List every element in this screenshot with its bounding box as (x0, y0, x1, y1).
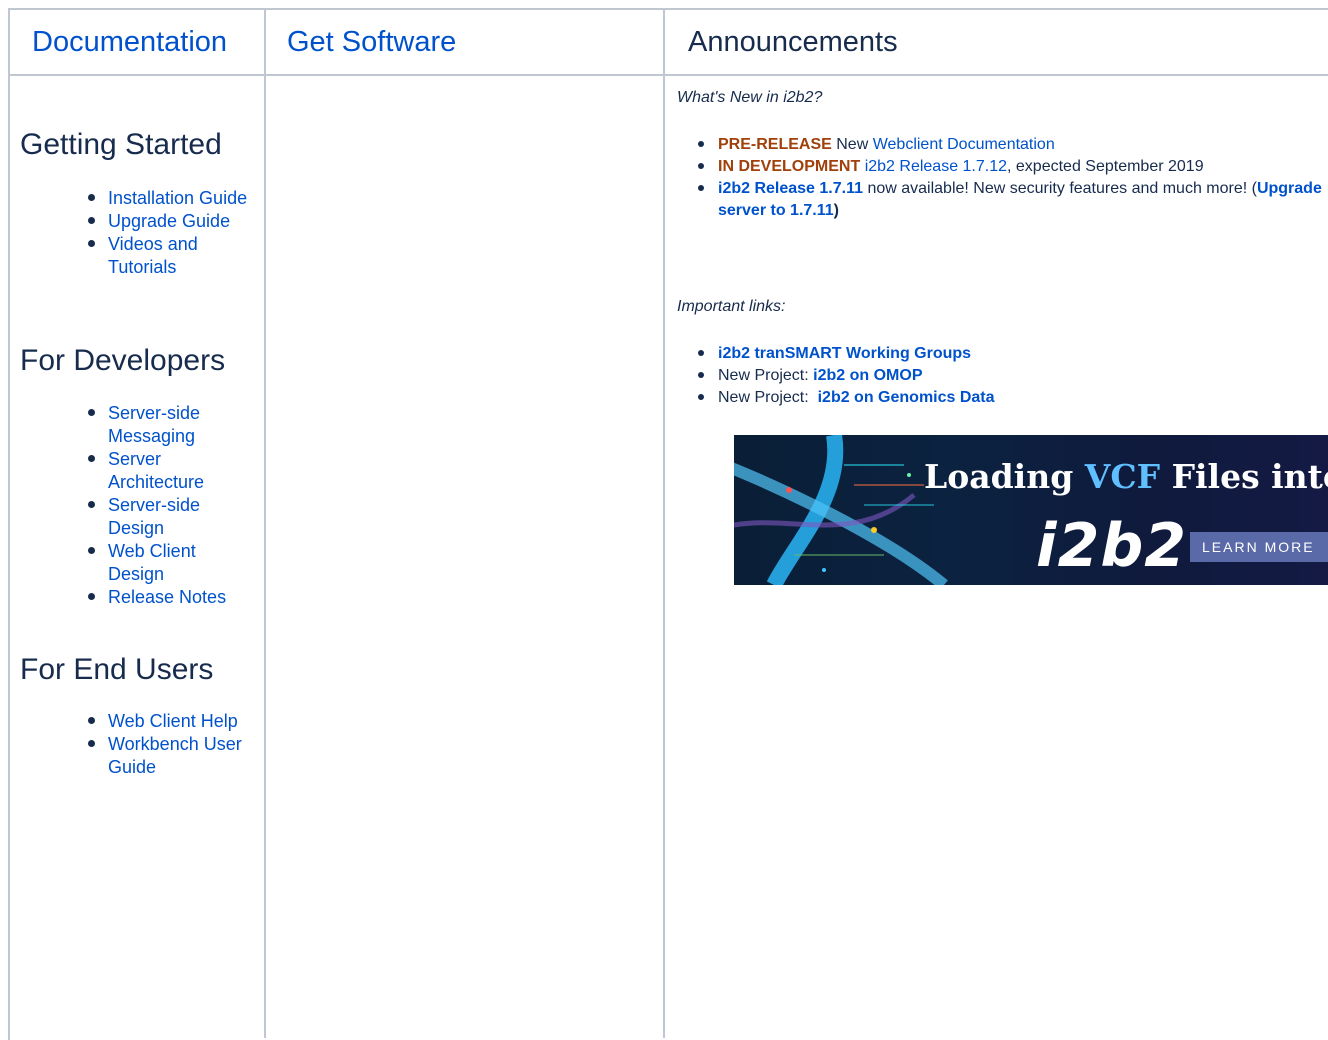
server-side-messaging-link[interactable]: Server-side Messaging (108, 403, 200, 446)
news-item: PRE-RELEASE New Webclient Documentation (698, 134, 1328, 156)
pre-release-tag: PRE-RELEASE (718, 136, 832, 153)
webclient-documentation-link[interactable]: Webclient Documentation (873, 136, 1055, 153)
news-item: i2b2 Release 1.7.11 now available! New s… (698, 178, 1323, 222)
server-side-design-link[interactable]: Server-side Design (108, 495, 200, 538)
important-item: New Project: i2b2 on OMOP (698, 365, 1328, 387)
important-links-label: Important links: (677, 298, 786, 315)
in-development-tag: IN DEVELOPMENT (718, 158, 861, 175)
getting-started-heading: Getting Started (20, 128, 222, 161)
list-item: Videos and Tutorials (88, 233, 248, 279)
upgrade-guide-link[interactable]: Upgrade Guide (108, 211, 230, 231)
news-text: ) (833, 202, 839, 219)
important-item: New Project: i2b2 on Genomics Data (698, 387, 1328, 409)
for-developers-heading: For Developers (20, 344, 226, 377)
important-item: i2b2 tranSMART Working Groups (698, 343, 1328, 365)
documentation-link[interactable]: Documentation (32, 26, 227, 59)
header-divider (8, 74, 1328, 76)
news-list: PRE-RELEASE New Webclient Documentation … (698, 134, 1328, 222)
list-item: Web Client Design (88, 540, 248, 586)
news-text: now available! New security features and… (863, 180, 1257, 197)
learn-more-button[interactable]: LEARN MORE (1190, 532, 1328, 562)
release-1711-link[interactable]: i2b2 Release 1.7.11 (718, 180, 863, 197)
news-item: IN DEVELOPMENT i2b2 Release 1.7.12, expe… (698, 156, 1328, 178)
for-developers-list: Server-side Messaging Server Architectur… (54, 402, 248, 609)
news-text: , expected September 2019 (1007, 158, 1204, 175)
column-divider (264, 8, 266, 1038)
announcements-heading: Announcements (688, 26, 898, 58)
get-software-link[interactable]: Get Software (287, 26, 456, 59)
banner-i2b2-logo: i2b2 (1036, 511, 1188, 581)
list-item: Workbench User Guide (88, 733, 248, 779)
release-notes-link[interactable]: Release Notes (108, 587, 226, 607)
i2b2-on-genomics-link[interactable]: i2b2 on Genomics Data (818, 389, 995, 406)
installation-guide-link[interactable]: Installation Guide (108, 188, 247, 208)
transmart-working-groups-link[interactable]: i2b2 tranSMART Working Groups (718, 345, 971, 362)
for-end-users-heading: For End Users (20, 653, 214, 686)
list-item: Upgrade Guide (88, 210, 248, 233)
banner-headline: Loading VCF Files into (924, 457, 1328, 496)
list-item: Server-side Design (88, 494, 248, 540)
whats-new-label: What's New in i2b2? (677, 89, 823, 106)
list-item: Server-side Messaging (88, 402, 248, 448)
item-prefix: New Project: (718, 389, 818, 406)
web-client-design-link[interactable]: Web Client Design (108, 541, 196, 584)
column-divider (663, 8, 665, 1038)
release-1712-link[interactable]: i2b2 Release 1.7.12 (865, 158, 1007, 175)
workbench-user-guide-link[interactable]: Workbench User Guide (108, 734, 242, 777)
videos-tutorials-link[interactable]: Videos and Tutorials (108, 234, 198, 277)
item-prefix: New Project: (718, 367, 814, 384)
server-architecture-link[interactable]: Server Architecture (108, 449, 204, 492)
list-item: Installation Guide (88, 187, 248, 210)
for-end-users-list: Web Client Help Workbench User Guide (54, 710, 248, 779)
getting-started-list: Installation Guide Upgrade Guide Videos … (54, 187, 248, 279)
web-client-help-link[interactable]: Web Client Help (108, 711, 238, 731)
important-links-list: i2b2 tranSMART Working Groups New Projec… (698, 343, 1328, 409)
vcf-banner-link[interactable]: Loading VCF Files into i2b2 LEARN MORE (734, 435, 1328, 585)
i2b2-on-omop-link[interactable]: i2b2 on OMOP (813, 367, 922, 384)
news-text: New (831, 136, 873, 153)
list-item: Release Notes (88, 586, 248, 609)
list-item: Web Client Help (88, 710, 248, 733)
list-item: Server Architecture (88, 448, 248, 494)
